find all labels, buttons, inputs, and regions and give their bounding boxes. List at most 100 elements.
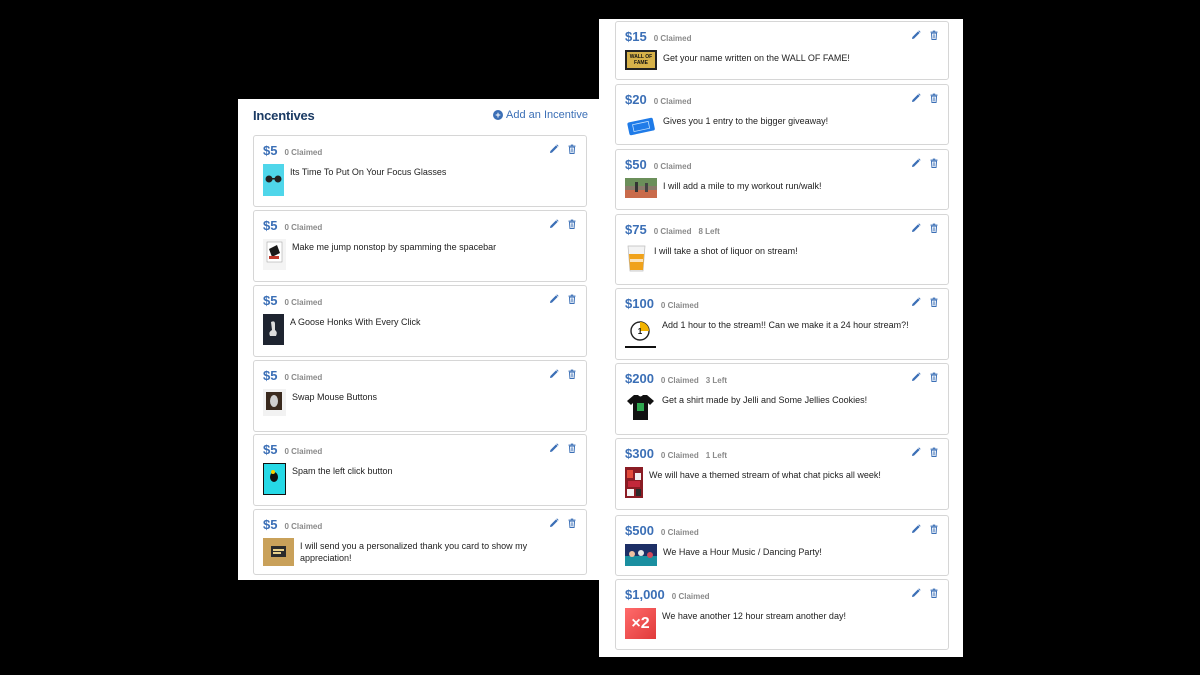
incentive-card: $300 0 Claimed 1 Left We will have a the… [615,438,949,510]
mouse-image [263,389,286,416]
incentive-price: $20 [625,92,647,107]
claimed-count: 0 Claimed [653,34,692,43]
pencil-icon[interactable] [549,369,559,379]
trash-icon[interactable] [567,369,577,379]
incentive-description: A Goose Honks With Every Click [290,317,421,327]
trash-icon[interactable] [567,219,577,229]
incentive-price: $5 [263,368,278,383]
pencil-icon[interactable] [549,144,559,154]
claimed-count: 0 Claimed [653,97,692,106]
claimed-count: 0 Claimed [284,447,323,456]
pencil-icon[interactable] [549,443,559,453]
trash-icon[interactable] [929,158,939,168]
trash-icon[interactable] [929,93,939,103]
pencil-icon[interactable] [911,297,921,307]
incentive-description: Gives you 1 entry to the bigger giveaway… [663,116,829,126]
incentive-description: Get your name written on the WALL OF FAM… [663,53,850,63]
pencil-icon[interactable] [549,294,559,304]
incentive-price: $75 [625,222,647,237]
incentive-price: $1,000 [625,587,665,602]
incentive-price: $5 [263,293,278,308]
incentive-card: $5 0 Claimed I will send you a personali… [253,509,587,575]
claimed-count: 0 Claimed [660,301,699,310]
pencil-icon[interactable] [911,223,921,233]
incentive-card: $15 0 Claimed WALL OF FAME Get your name… [615,21,949,80]
pencil-icon[interactable] [911,158,921,168]
incentives-panel-right: $15 0 Claimed WALL OF FAME Get your name… [599,19,963,657]
incentive-description: We have another 12 hour stream another d… [662,611,846,621]
trash-icon[interactable] [567,518,577,528]
incentive-description: Spam the left click button [292,466,393,476]
jump-image [263,239,286,270]
incentive-price: $300 [625,446,654,461]
claimed-count: 0 Claimed [284,373,323,382]
trash-icon[interactable] [929,297,939,307]
incentive-price: $200 [625,371,654,386]
claimed-count: 0 Claimed [284,522,323,531]
remaining-count: 1 Left [705,451,728,460]
incentive-description: Make me jump nonstop by spamming the spa… [292,242,497,252]
panel-header: Incentives + Add an Incentive [253,103,588,127]
pencil-icon[interactable] [911,30,921,40]
themed-stream-image [625,467,643,498]
pencil-icon[interactable] [549,219,559,229]
trash-icon[interactable] [567,443,577,453]
incentive-description: We Have a Hour Music / Dancing Party! [663,547,822,557]
x2-image-text: ×2 [631,614,650,632]
panel-title: Incentives [253,107,315,123]
incentive-price: $50 [625,157,647,172]
trash-icon[interactable] [929,30,939,40]
claimed-count: 0 Claimed [660,376,699,385]
claimed-count: 0 Claimed [284,223,323,232]
click-image [263,463,286,495]
x2-image: ×2 [625,608,656,639]
incentive-card: $200 0 Claimed 3 Left Get a shirt made b… [615,363,949,435]
remaining-count: 3 Left [705,376,728,385]
ticket-image [625,113,657,139]
trash-icon[interactable] [929,447,939,457]
claimed-count: 0 Claimed [284,298,323,307]
trash-icon[interactable] [567,294,577,304]
focus-glasses-image [263,164,284,196]
incentive-description: I will add a mile to my workout run/walk… [663,181,822,191]
incentive-description: Its Time To Put On Your Focus Glasses [290,167,447,177]
wall-of-fame-image-text: WALL OF FAME [629,54,653,66]
trash-icon[interactable] [929,372,939,382]
claimed-count: 0 Claimed [653,227,692,236]
incentive-card: $5 0 Claimed A Goose Honks With Every Cl… [253,285,587,357]
incentive-description: We will have a themed stream of what cha… [649,470,881,480]
incentive-description: I will send you a personalized thank you… [300,541,528,563]
trash-icon[interactable] [929,588,939,598]
dance-party-image [625,544,657,566]
add-incentive-button[interactable]: + Add an Incentive [493,109,588,121]
trash-icon[interactable] [929,524,939,534]
pencil-icon[interactable] [911,447,921,457]
goose-image [263,314,284,345]
shot-glass-image [625,243,648,274]
pencil-icon[interactable] [911,588,921,598]
incentive-description: Add 1 hour to the stream!! Can we make i… [662,320,909,330]
incentive-price: $5 [263,143,278,158]
track-image [625,178,657,198]
trash-icon[interactable] [567,144,577,154]
incentives-panel-left: Incentives + Add an Incentive $5 0 Claim… [238,99,600,580]
incentive-card: $5 0 Claimed Spam the left click button [253,434,587,506]
pencil-icon[interactable] [911,93,921,103]
clock-image: 1 [625,317,656,349]
incentive-card: $1,000 0 Claimed ×2 We have another 12 h… [615,579,949,650]
incentive-price: $500 [625,523,654,538]
thank-you-card-image [263,538,294,566]
incentive-card: $5 0 Claimed Make me jump nonstop by spa… [253,210,587,282]
pencil-icon[interactable] [911,372,921,382]
claimed-count: 0 Claimed [671,592,710,601]
shirt-image [625,392,656,422]
pencil-icon[interactable] [549,518,559,528]
svg-text:1: 1 [638,327,643,336]
pencil-icon[interactable] [911,524,921,534]
incentive-price: $15 [625,29,647,44]
incentive-card: $75 0 Claimed 8 Left I will take a shot … [615,214,949,285]
claimed-count: 0 Claimed [660,528,699,537]
incentive-card: $500 0 Claimed We Have a Hour Music / Da… [615,515,949,576]
trash-icon[interactable] [929,223,939,233]
claimed-count: 0 Claimed [284,148,323,157]
